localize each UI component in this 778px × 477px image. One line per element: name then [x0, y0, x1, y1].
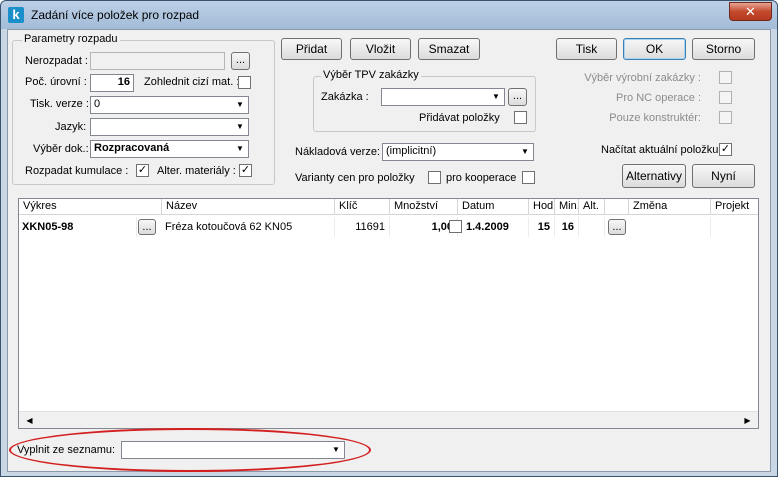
scroll-right-icon[interactable]: ▶: [739, 413, 756, 428]
col-hod[interactable]: Hod.: [529, 199, 555, 215]
varianty-checkbox[interactable]: [428, 171, 441, 184]
cell-hod[interactable]: 15: [529, 217, 555, 237]
cell-nazev[interactable]: Fréza kotoučová 62 KN05: [162, 217, 335, 237]
nc-operace-label: Pro NC operace :: [616, 92, 701, 104]
poc-urovni-input[interactable]: 16: [90, 74, 134, 92]
zakazka-browse-button[interactable]: ...: [508, 88, 527, 106]
nakladova-select[interactable]: (implicitní) ▼: [382, 143, 534, 161]
cell-projekt[interactable]: [711, 217, 758, 237]
col-klic[interactable]: Klíč: [335, 199, 390, 215]
cell-klic[interactable]: 11691: [335, 217, 390, 237]
vyber-dok-select[interactable]: Rozpracovaná ▼: [90, 140, 249, 158]
vyber-dok-label: Výběr dok.:: [33, 143, 89, 155]
cell-zmena[interactable]: [629, 217, 711, 237]
varianty-label: Varianty cen pro položky: [295, 172, 415, 184]
title-bar: k Zadání více položek pro rozpad ✕: [1, 1, 777, 29]
col-mnozstvi[interactable]: Množství: [390, 199, 458, 215]
alternativy-button[interactable]: Alternativy: [622, 164, 686, 188]
alt-browse-button[interactable]: ...: [608, 219, 626, 235]
vyber-dok-value: Rozpracovaná: [94, 142, 170, 154]
pridat-button[interactable]: Přidat: [281, 38, 342, 60]
nacitat-label: Načítat aktuální položku: [601, 144, 719, 156]
nerozpadat-input[interactable]: [90, 52, 225, 70]
dialog-window: k Zadání více položek pro rozpad ✕ Param…: [0, 0, 778, 477]
chevron-down-icon: ▼: [236, 144, 244, 153]
cell-mnozstvi[interactable]: 1,00: [390, 217, 458, 237]
col-zmena[interactable]: Změna: [629, 199, 711, 215]
vyplnit-select[interactable]: ▼: [121, 441, 345, 459]
col-vykres[interactable]: Výkres: [19, 199, 162, 215]
dialog-body: Parametry rozpadu Nerozpadat : ... Poč. …: [7, 29, 771, 472]
zohlednit-checkbox[interactable]: [238, 76, 251, 89]
items-grid: Výkres Název Klíč Množství Datum Hod. Mi…: [18, 198, 759, 429]
nyni-button[interactable]: Nyní: [692, 164, 755, 188]
kumulace-checkbox[interactable]: ✓: [136, 164, 149, 177]
nerozpadat-label: Nerozpadat :: [25, 55, 88, 67]
params-group-legend: Parametry rozpadu: [22, 33, 120, 45]
ok-button[interactable]: OK: [623, 38, 686, 60]
cell-min[interactable]: 16: [555, 217, 579, 237]
storno-button[interactable]: Storno: [692, 38, 755, 60]
vyplnit-label: Vyplnit ze seznamu:: [17, 444, 116, 456]
zakazka-select[interactable]: ▼: [381, 88, 505, 106]
nc-operace-checkbox[interactable]: [719, 91, 732, 104]
vlozit-button[interactable]: Vložit: [350, 38, 411, 60]
zohlednit-label: Zohlednit cizí mat. :: [144, 76, 240, 88]
smazat-button[interactable]: Smazat: [418, 38, 480, 60]
chevron-down-icon: ▼: [521, 147, 529, 156]
tisk-button[interactable]: Tisk: [556, 38, 617, 60]
tisk-verze-value: 0: [94, 98, 101, 110]
col-datum[interactable]: Datum: [458, 199, 529, 215]
vykres-browse-button[interactable]: ...: [138, 219, 156, 235]
scroll-left-icon[interactable]: ◀: [21, 413, 38, 428]
kumulace-label: Rozpadat kumulace :: [25, 165, 129, 177]
poc-urovni-label: Poč. úrovní :: [25, 76, 87, 88]
col-projekt[interactable]: Projekt: [711, 199, 758, 215]
nakladova-value: (implicitní): [386, 145, 437, 157]
zakazka-label: Zakázka :: [321, 91, 369, 103]
col-alt[interactable]: Alt.: [579, 199, 605, 215]
cell-alt[interactable]: [579, 217, 605, 237]
jazyk-label: Jazyk:: [55, 121, 87, 133]
vyrobni-zakazka-label: Výběr výrobní zakázky :: [584, 72, 701, 84]
tisk-verze-label: Tisk. verze :: [30, 98, 89, 110]
nakladova-label: Nákladová verze:: [295, 146, 380, 158]
cell-vykres[interactable]: XKN05-98: [19, 217, 137, 237]
chevron-down-icon: ▼: [236, 100, 244, 109]
kooperace-checkbox[interactable]: [522, 171, 535, 184]
vyrobni-zakazka-checkbox[interactable]: [719, 71, 732, 84]
col-min[interactable]: Min.: [555, 199, 579, 215]
chevron-down-icon: ▼: [236, 122, 244, 131]
alter-checkbox[interactable]: ✓: [239, 164, 252, 177]
col-nazev[interactable]: Název: [162, 199, 335, 215]
col-blank[interactable]: [605, 199, 629, 215]
nacitat-checkbox[interactable]: ✓: [719, 143, 732, 156]
window-title: Zadání více položek pro rozpad: [31, 8, 200, 22]
nerozpadat-browse-button[interactable]: ...: [231, 52, 250, 70]
kooperace-label: pro kooperace: [446, 172, 517, 184]
tisk-verze-select[interactable]: 0 ▼: [90, 96, 249, 114]
horizontal-scrollbar[interactable]: ◀ ▶: [19, 411, 758, 428]
konstrukter-label: Pouze konstruktér:: [609, 112, 701, 124]
konstrukter-checkbox[interactable]: [719, 111, 732, 124]
chevron-down-icon: ▼: [332, 445, 340, 454]
app-icon: k: [8, 7, 24, 23]
cell-datum[interactable]: 1.4.2009: [463, 217, 529, 237]
pridavat-checkbox[interactable]: [514, 111, 527, 124]
grid-header: Výkres Název Klíč Množství Datum Hod. Mi…: [19, 199, 758, 215]
pridavat-label: Přidávat položky: [419, 112, 500, 124]
jazyk-select[interactable]: ▼: [90, 118, 249, 136]
close-button[interactable]: ✕: [729, 2, 772, 21]
tpv-group-legend: Výběr TPV zakázky: [321, 69, 421, 81]
row-checkbox[interactable]: [449, 220, 462, 233]
alter-label: Alter. materiály :: [157, 165, 236, 177]
chevron-down-icon: ▼: [492, 92, 500, 101]
